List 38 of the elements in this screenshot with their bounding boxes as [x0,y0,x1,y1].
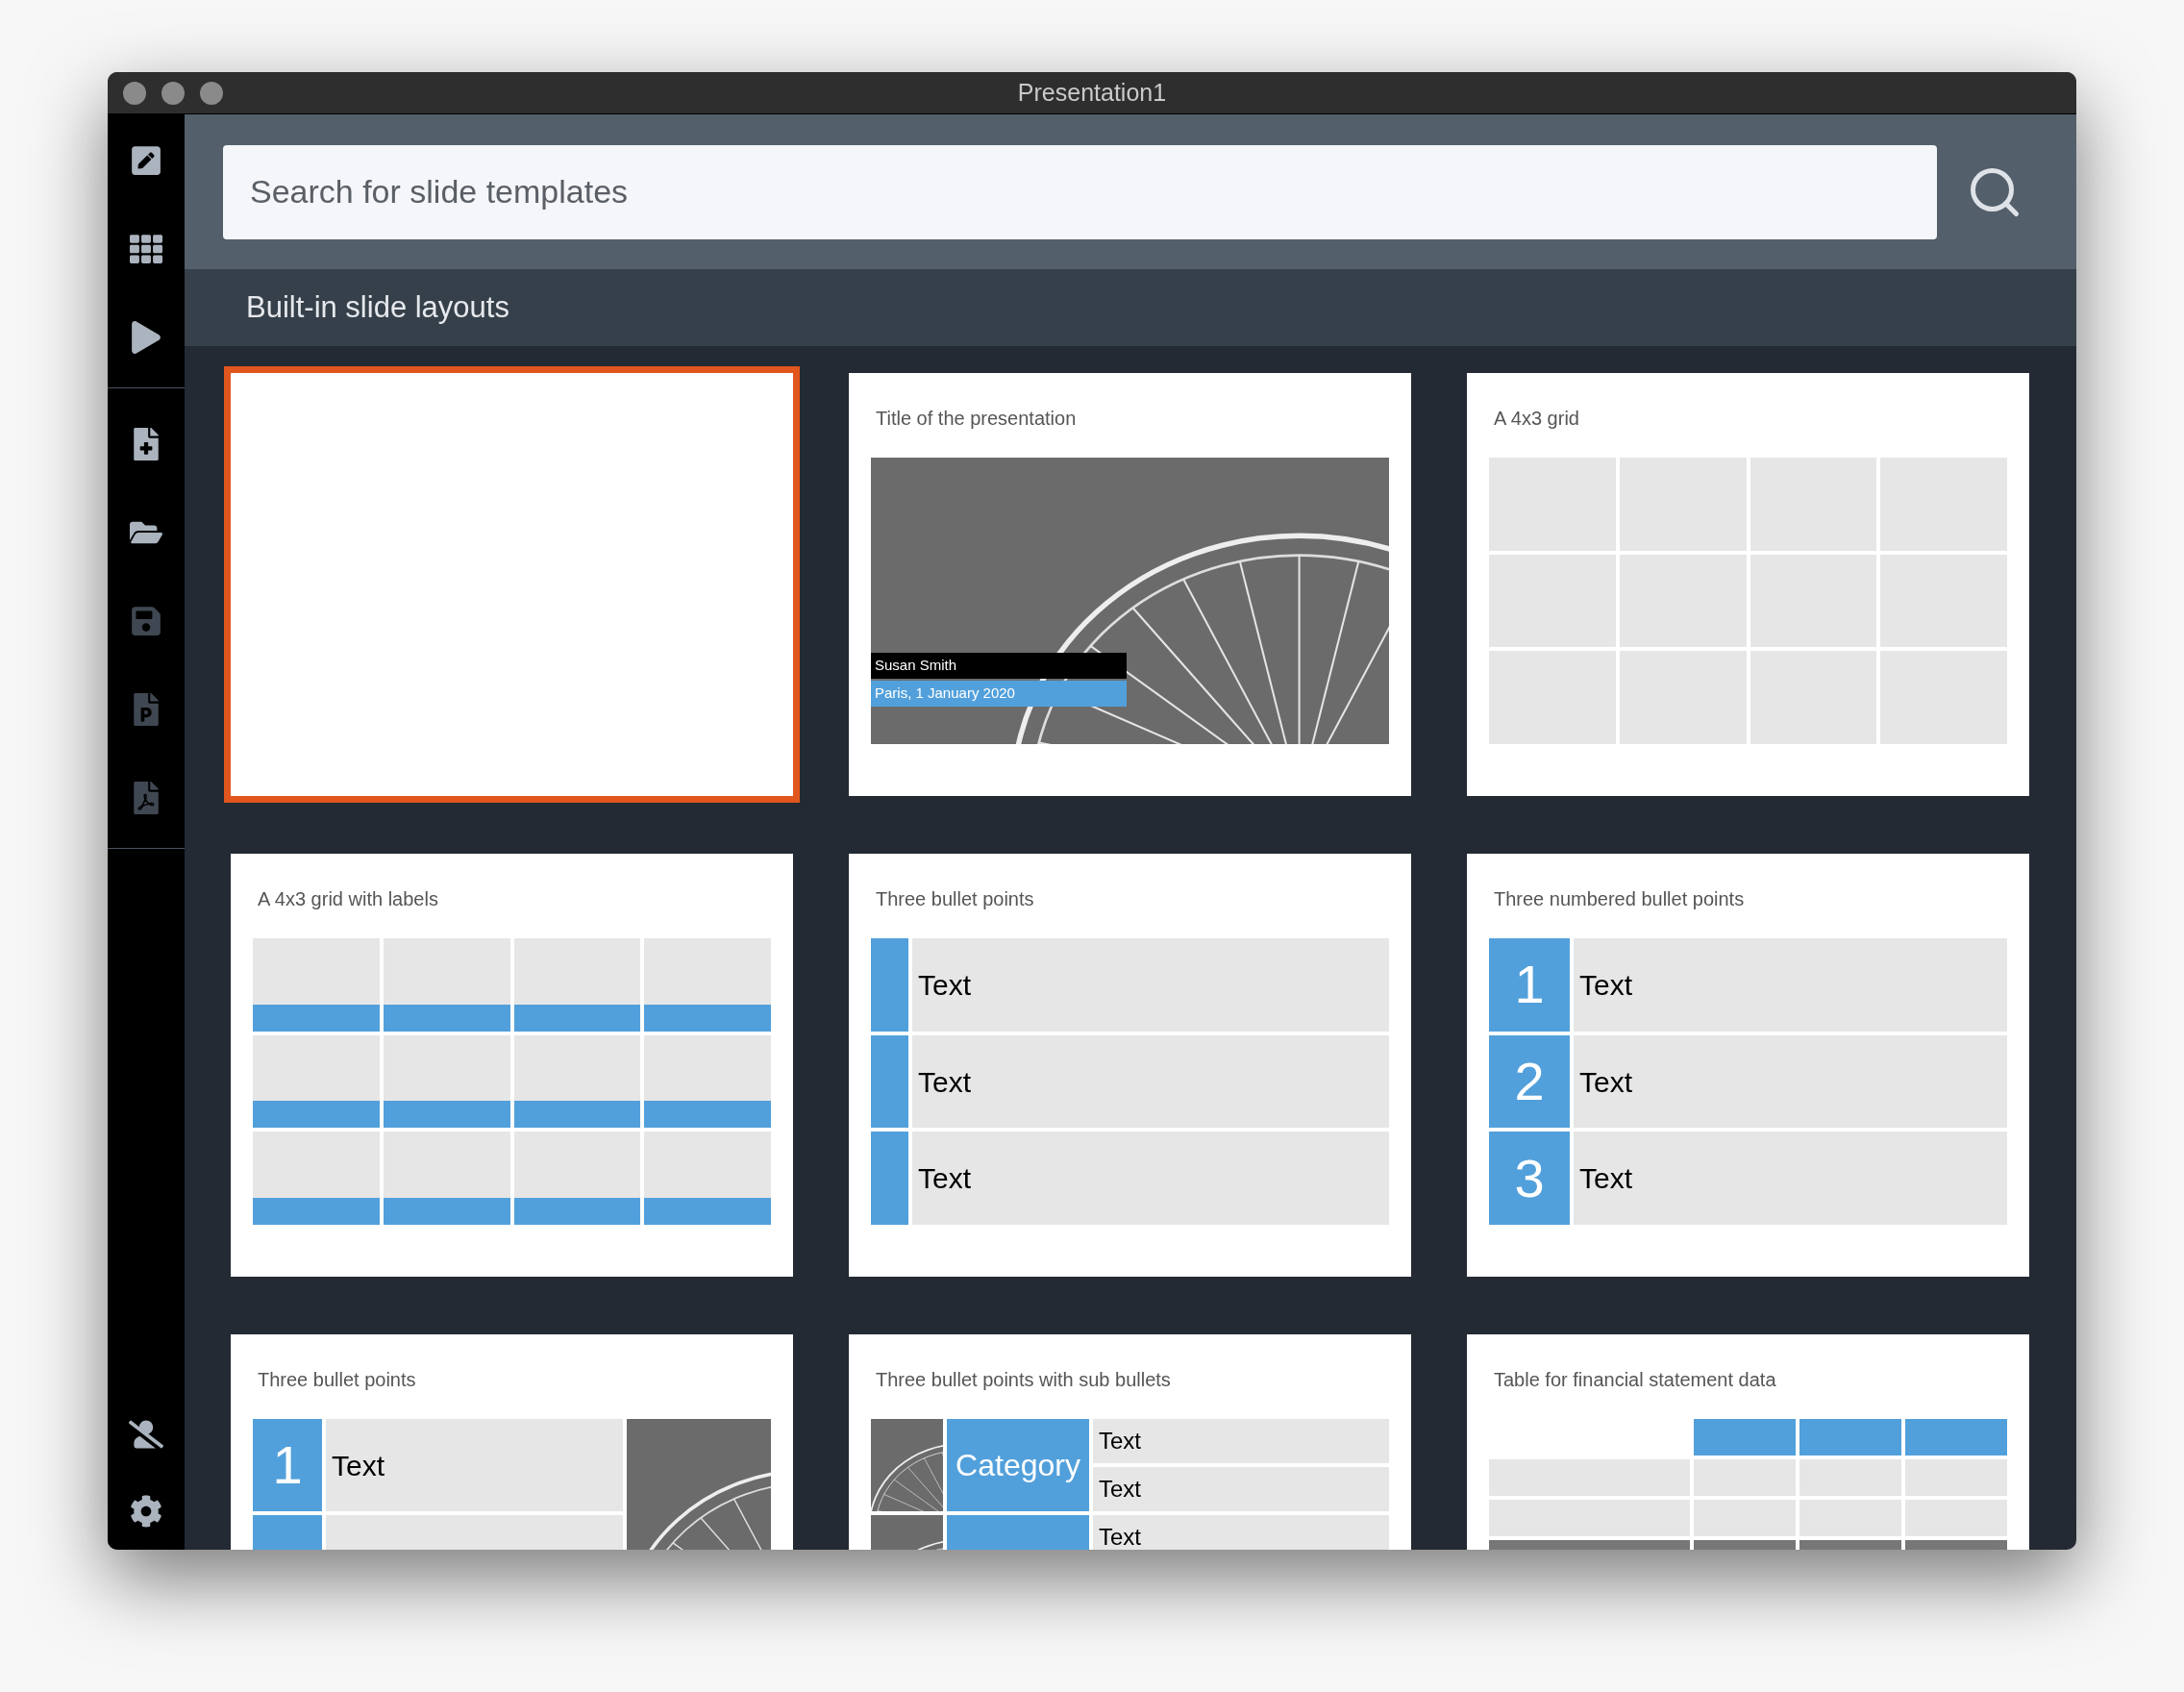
bullet-text: Text [912,1132,1389,1225]
bullet-text: Text [912,938,1389,1032]
layout-title: Table for financial statement data [1493,1368,1777,1392]
window-control[interactable] [161,81,185,105]
bullet-number: 1 [253,1419,322,1511]
bullet-number: 2 [1489,1034,1570,1129]
layout-card[interactable]: A 4x3 grid with labels [231,854,793,1277]
layout-title: A 4x3 grid with labels [257,887,439,911]
window-control[interactable] [200,81,223,105]
layout-title: Three numbered bullet points [1493,887,1746,911]
bullet-number: 1 [1489,938,1570,1032]
bullet-number: 3 [1489,1132,1570,1225]
layout-card[interactable]: Title of the presentation Susan Smith Paris, 1 January 2020 [849,373,1411,796]
bullet-text: Text [1574,1132,2007,1225]
layout-card[interactable]: Three numbered bullet points 1 Text 2 Text 3 Text [1467,854,2029,1277]
sub-bullet-text: Text [1093,1467,1389,1511]
bullet-text: Text [912,1034,1389,1129]
sub-bullet-text: Text [1093,1515,1389,1550]
bullet-text: Text [1574,938,2007,1032]
layout-title: Three bullet points [257,1368,417,1392]
layout-card[interactable]: A 4x3 grid [1467,373,2029,796]
bullet-text: Text [326,1419,623,1511]
window-control[interactable] [123,81,146,105]
window-title: Presentation1 [1017,77,1167,108]
layout-card[interactable]: Three bullet points Text Text Text [849,854,1411,1277]
layout-card[interactable]: Three bullet points 1 Text [231,1334,793,1550]
presentation-date: Paris, 1 January 2020 [871,681,1127,707]
category-label: Category [947,1419,1089,1511]
layout-card[interactable]: Table for financial statement data [1467,1334,2029,1550]
bullet-text: Text [1574,1034,2007,1129]
search-field[interactable]: Search for slide templates [223,144,1937,239]
section-title: Built-in slide layouts [246,288,509,326]
presenter-name: Susan Smith [871,653,1127,679]
layout-title: Three bullet points [875,887,1035,911]
sub-bullet-text: Text [1093,1419,1389,1463]
layout-title: Three bullet points with sub bullets [875,1368,1172,1392]
layout-title: A 4x3 grid [1493,407,1580,431]
layout-title: Title of the presentation [875,407,1078,431]
